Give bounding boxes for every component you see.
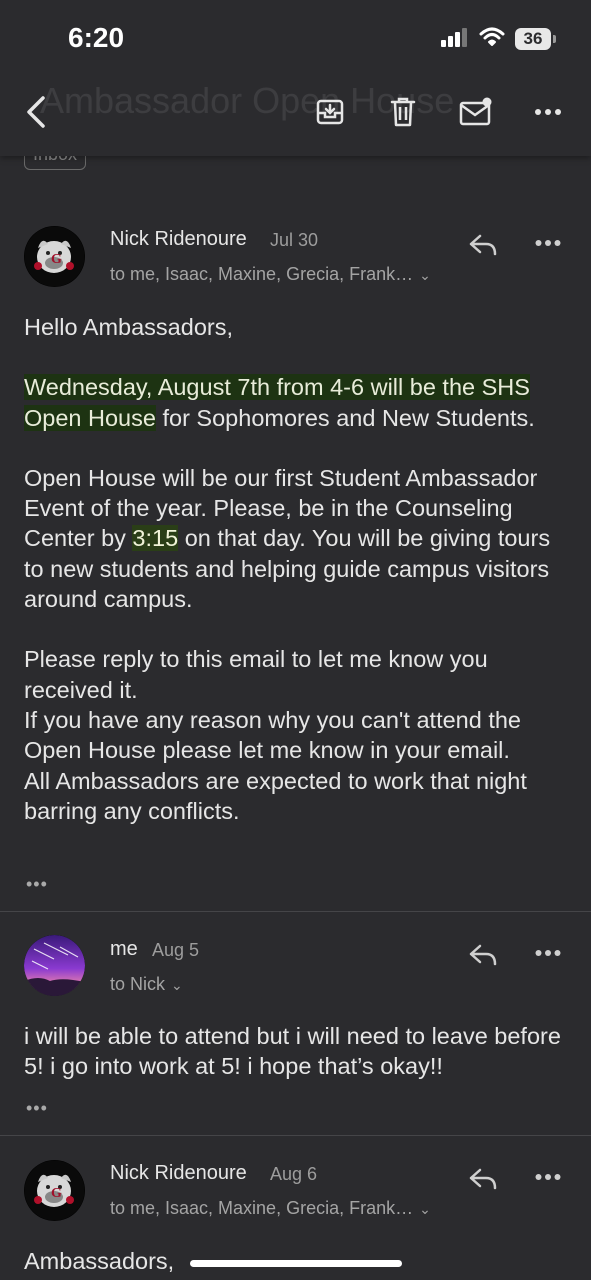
home-indicator[interactable] [190,1260,402,1267]
trash-icon[interactable] [383,92,423,132]
paragraph-1: Wednesday, August 7th from 4-6 will be t… [24,372,574,433]
message-body: Hello Ambassadors, Wednesday, August 7th… [24,312,574,826]
more-icon[interactable] [528,92,568,132]
status-icons: 36 [441,26,556,52]
recipients-toggle[interactable]: to me, Isaac, Maxine, Grecia, Frank… ⌄ [110,1198,431,1219]
chevron-down-icon: ⌄ [419,267,431,283]
svg-text:G: G [51,252,62,267]
divider [0,1135,591,1136]
signal-icon [441,27,469,52]
message-date: Aug 5 [152,940,200,960]
avatar[interactable] [24,935,85,996]
reply-icon[interactable] [465,1164,501,1194]
message-more-icon[interactable] [530,1162,566,1192]
recipients-text: to me, Isaac, Maxine, Grecia, Frank… [110,264,414,284]
reply-icon[interactable] [465,940,501,970]
sender-name: me [110,938,138,960]
back-icon[interactable] [16,92,56,132]
recipients-toggle[interactable]: to me, Isaac, Maxine, Grecia, Frank… ⌄ [110,264,431,285]
sender-name: Nick Ridenoure [110,1162,247,1184]
paragraph-3-line-3: All Ambassadors are expected to work tha… [24,767,527,824]
archive-icon[interactable] [310,92,350,132]
paragraph-1-rest: for Sophomores and New Students. [155,404,535,431]
message-more-icon[interactable] [530,938,566,968]
show-trimmed-button[interactable]: ••• [26,874,48,895]
highlighted-time: 3:15 [132,525,179,552]
message-more-icon[interactable] [530,228,566,258]
avatar[interactable]: G [24,226,85,287]
message-body: i will be able to attend but i will need… [24,1023,561,1080]
show-trimmed-button[interactable]: ••• [26,1098,48,1119]
paragraph-3: Please reply to this email to let me kno… [24,644,574,826]
wifi-icon [479,27,505,52]
avatar[interactable]: G [24,1160,85,1221]
greeting: Hello Ambassadors, [24,314,233,340]
recipients-text: to me, Isaac, Maxine, Grecia, Frank… [110,1198,414,1218]
status-time: 6:20 [68,22,125,53]
recipients-text: to Nick [110,974,166,994]
svg-text:G: G [51,1186,62,1201]
recipients-toggle[interactable]: to Nick ⌄ [110,974,183,995]
sender-name: Nick Ridenoure [110,228,247,250]
paragraph-3-line-2: If you have any reason why you can't att… [24,706,521,764]
top-toolbar: 6:20 36 Ambassador Open House [0,0,591,156]
chevron-down-icon: ⌄ [171,977,183,993]
chevron-down-icon: ⌄ [419,1201,431,1217]
paragraph-3-line-1: Please reply to this email to let me kno… [24,646,488,703]
paragraph-2: Open House will be our first Student Amb… [24,463,574,614]
reply-icon[interactable] [465,230,501,260]
battery-icon: 36 [515,28,556,50]
mark-unread-icon[interactable] [456,92,496,132]
divider [0,911,591,912]
message-date: Jul 30 [270,230,319,250]
message-date: Aug 6 [270,1164,318,1184]
